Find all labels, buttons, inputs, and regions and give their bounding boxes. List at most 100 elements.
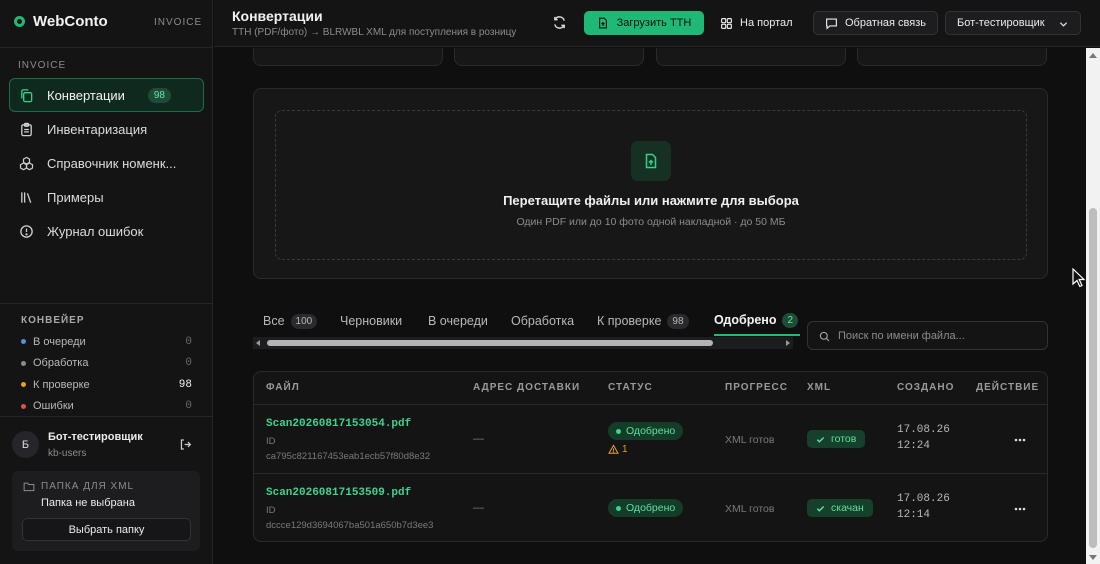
user-block: Б Бот-тестировщик kb-users [12,431,200,461]
tab-count-badge: 2 [782,312,799,328]
status-dot-icon [616,428,621,434]
alert-circle-icon [20,224,33,238]
scroll-right-arrow[interactable] [786,340,790,346]
created-date: 17.08.26 [897,493,950,505]
warning-icon [608,444,619,454]
tabs-scrollbar[interactable] [253,337,793,349]
tab-queued[interactable]: В очереди [428,306,488,336]
check-icon [816,436,825,443]
scroll-thumb[interactable] [1089,208,1097,548]
column-header-xml[interactable]: XML [807,382,831,393]
sidebar: WebConto INVOICE INVOICE Конвертации 98 … [0,0,213,564]
status-dot-icon [21,360,26,366]
grid-icon [721,17,732,29]
chevron-down-icon [1059,22,1068,27]
upload-ttn-button[interactable]: Загрузить ТТН [584,11,704,35]
pipeline-item-label: К проверке [33,378,90,391]
sidebar-item-catalog[interactable]: Справочник номенк... [9,146,204,180]
pipeline-item[interactable]: В очереди 0 [21,331,192,353]
tab-review[interactable]: К проверке 98 [597,306,689,336]
brand[interactable]: WebConto [14,13,108,30]
tab-processing[interactable]: Обработка [511,306,574,336]
sidebar-item-label: Справочник номенк... [47,155,177,171]
main-content: Перетащите файлы или нажмите для выбора … [214,48,1084,564]
file-id: dccce129d3694067ba501a650b7d3ee3 [266,520,434,531]
stat-card [857,48,1047,66]
pipeline-item[interactable]: К проверке 98 [21,374,192,396]
user-select[interactable]: Бот-тестировщик [945,11,1081,35]
file-dropzone[interactable]: Перетащите файлы или нажмите для выбора … [275,110,1027,260]
status-text: Одобрено [626,425,676,437]
file-name-link[interactable]: Scan20260817153054.pdf [266,418,411,430]
search-input[interactable] [838,322,1043,349]
table-row[interactable]: Scan20260817153509.pdf ID dccce129d36940… [254,475,1047,541]
file-upload-icon [598,17,607,29]
logout-icon[interactable] [179,438,192,451]
refresh-icon[interactable] [552,15,567,30]
brand-tag: INVOICE [154,17,203,28]
avatar[interactable]: Б [12,431,39,458]
status-text: Одобрено [626,502,676,514]
section-label: INVOICE [18,60,67,71]
sidebar-item-label: Примеры [47,189,104,205]
more-actions-icon[interactable] [1012,502,1028,516]
xml-status-text: скачан [831,502,864,514]
warning-indicator[interactable]: 1 [608,444,628,455]
column-header-status[interactable]: СТАТУС [608,382,653,393]
scroll-up-arrow[interactable] [1089,53,1097,58]
tab-all[interactable]: Все 100 [263,306,318,336]
file-name-link[interactable]: Scan20260817153509.pdf [266,487,411,499]
warning-count: 1 [622,444,628,455]
user-select-value: Бот-тестировщик [957,17,1045,29]
sidebar-item-conversions[interactable]: Конвертации 98 [9,78,204,112]
tab-drafts[interactable]: Черновики [340,306,402,336]
column-header-address[interactable]: АДРЕС ДОСТАВКИ [473,382,580,393]
tab-label: Обработка [511,314,575,328]
column-header-progress[interactable]: ПРОГРЕСС [725,382,788,393]
feedback-button[interactable]: Обратная связь [813,11,938,35]
status-badge: Одобрено [608,422,684,440]
scroll-left-arrow[interactable] [256,340,260,346]
sidebar-nav: Конвертации 98 Инвентаризация Справочник… [9,78,204,248]
id-label: ID [266,505,276,516]
pipeline-item-label: Обработка [33,357,89,370]
pipeline-item-label: В очереди [33,335,86,348]
created-datetime: 17.08.26 12:14 [897,491,950,523]
sidebar-item-examples[interactable]: Примеры [9,180,204,214]
column-header-created[interactable]: СОЗДАНО [897,382,954,393]
scroll-thumb[interactable] [267,340,713,346]
id-label: ID [266,436,276,447]
folder-icon [23,482,35,492]
progress-text: XML готов [725,434,775,446]
pipeline-label: КОНВЕЙЕР [21,315,85,326]
table-row[interactable]: Scan20260817153054.pdf ID ca795c82116745… [254,406,1047,474]
portal-button[interactable]: На портал [720,11,793,35]
brand-name: WebConto [33,13,108,30]
status-tabs: Все 100 Черновики В очереди Обработка К … [253,306,801,336]
stat-card [253,48,443,66]
pipeline-item-count: 98 [178,378,192,391]
search-icon [819,331,830,342]
pipeline-item-label: Ошибки [33,400,74,413]
divider [0,303,212,304]
choose-folder-button[interactable]: Выбрать папку [22,518,191,541]
pipeline-item[interactable]: Ошибки 0 [21,396,192,418]
more-actions-icon[interactable] [1012,433,1028,447]
created-time: 12:14 [897,509,931,521]
tab-count-badge: 98 [667,313,689,329]
pipeline-item[interactable]: Обработка 0 [21,353,192,375]
page-title: Конвертации [232,8,323,24]
sidebar-item-error-log[interactable]: Журнал ошибок [9,214,204,248]
pipeline-item-count: 0 [185,400,192,413]
page-scrollbar[interactable] [1086,48,1100,564]
logo-icon [14,16,25,27]
sidebar-item-inventory[interactable]: Инвентаризация [9,112,204,146]
tab-label: К проверке [597,314,662,328]
status-dot-icon [21,403,26,409]
scroll-down-arrow[interactable] [1089,555,1097,560]
column-header-file[interactable]: ФАЙЛ [266,382,300,393]
message-icon [826,17,837,30]
boxes-icon [19,156,34,170]
tab-approved[interactable]: Одобрено 2 [714,306,801,336]
sidebar-item-label: Инвентаризация [47,121,148,137]
